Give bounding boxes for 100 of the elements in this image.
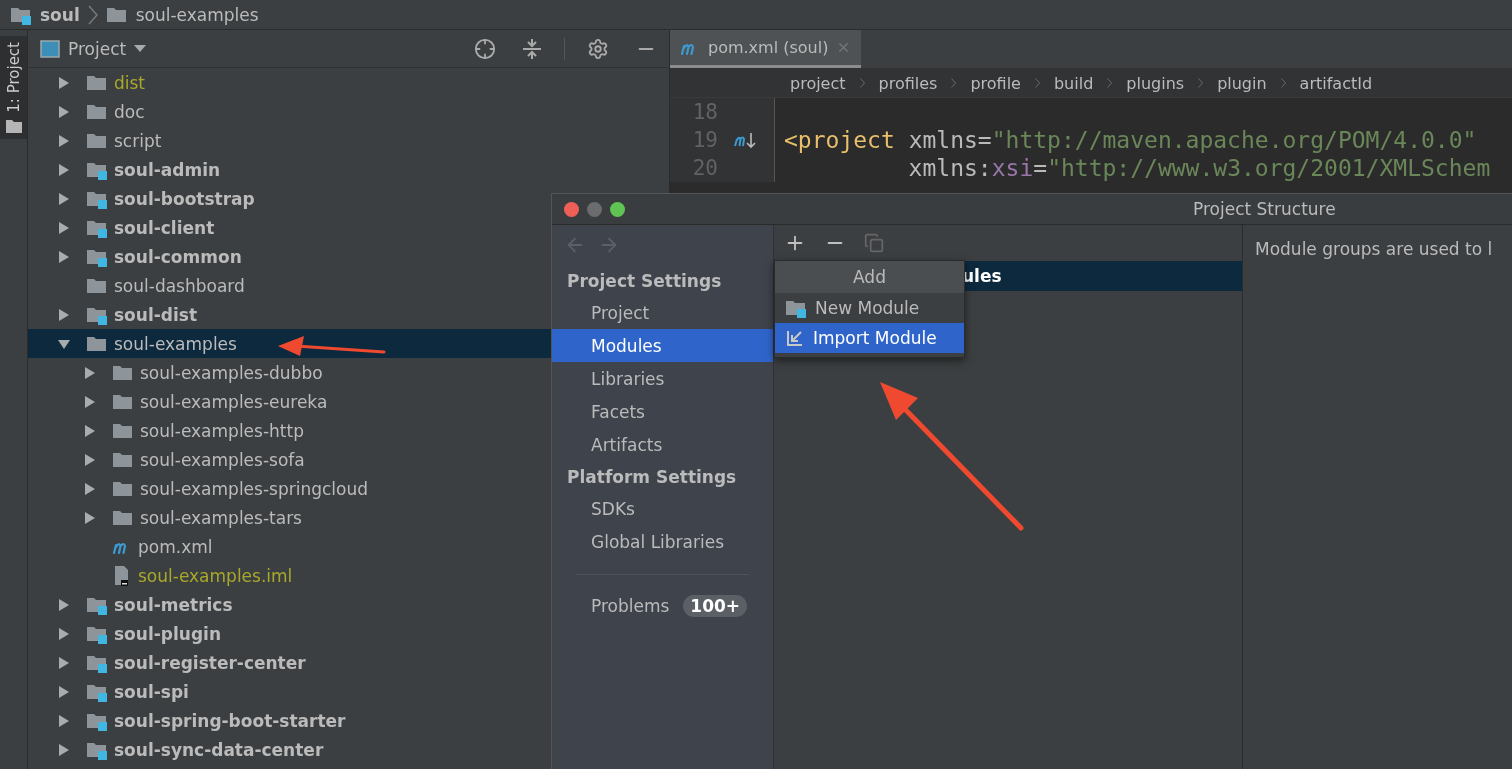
collapsed-arrow-icon[interactable]	[58, 192, 70, 205]
tree-item-label: soul-bootstrap	[114, 188, 255, 209]
tool-tab-label: 1: Project	[4, 42, 23, 113]
menu-item[interactable]: New Module	[775, 293, 964, 323]
section-heading: Project Settings	[566, 269, 723, 293]
collapsed-arrow-icon[interactable]	[58, 163, 70, 176]
tree-item-label: soul-sync-data-center	[114, 739, 324, 760]
chevron-icon	[1280, 78, 1286, 88]
collapsed-arrow-icon[interactable]	[84, 453, 96, 466]
chevron-icon	[87, 4, 98, 25]
collapsed-arrow-icon[interactable]	[58, 627, 70, 640]
collapsed-arrow-icon[interactable]	[84, 424, 96, 437]
collapsed-arrow-icon[interactable]	[84, 366, 96, 379]
breadcrumb-item[interactable]: profile	[970, 73, 1021, 93]
settings-icon[interactable]	[587, 37, 609, 60]
collapsed-arrow-icon[interactable]	[58, 598, 70, 611]
tree-item[interactable]: soul-common	[28, 242, 669, 271]
sidebar-item[interactable]: Artifacts	[552, 428, 773, 461]
dropdown-caret-icon[interactable]	[134, 44, 147, 53]
breadcrumb-item[interactable]: soul-examples	[135, 4, 259, 25]
count-badge: 100+	[683, 595, 748, 617]
tree-item-label: soul-dist	[114, 304, 198, 325]
tree-item-label: soul-metrics	[114, 594, 233, 615]
collapsed-arrow-icon[interactable]	[58, 685, 70, 698]
chevron-icon	[1198, 78, 1204, 88]
tree-item-label: soul-common	[114, 246, 242, 267]
tree-item-label: soul-examples-eureka	[140, 391, 328, 412]
tree-item-label: script	[114, 130, 162, 151]
maven-marker-icon[interactable]	[734, 130, 758, 150]
tree-item-label: soul-client	[114, 217, 215, 238]
collapsed-arrow-icon[interactable]	[58, 308, 70, 321]
panel-title[interactable]: Project	[68, 38, 127, 59]
tree-item-label: soul-spring-boot-starter	[114, 710, 346, 731]
chevron-icon	[859, 78, 865, 88]
sidebar-item[interactable]: Global Libraries	[552, 525, 773, 558]
tree-item[interactable]: doc	[28, 97, 669, 126]
tree-item[interactable]: soul-spi	[28, 677, 669, 706]
chevron-icon	[1107, 78, 1113, 88]
breadcrumb-item[interactable]: profiles	[878, 73, 938, 93]
sidebar-item[interactable]: Facets	[552, 395, 773, 428]
collapsed-arrow-icon[interactable]	[58, 221, 70, 234]
tree-item[interactable]: script	[28, 126, 669, 155]
tree-item[interactable]: soul-admin	[28, 155, 669, 184]
folder-icon	[5, 118, 22, 133]
expanded-arrow-icon[interactable]	[58, 337, 70, 350]
tree-item-label: soul-examples.iml	[138, 565, 293, 586]
code-line: <project xmlns="http://maven.apache.org/POM/4.0.0"	[783, 127, 1477, 153]
sidebar-item[interactable]: Problems	[591, 596, 670, 616]
collapsed-arrow-icon[interactable]	[58, 656, 70, 669]
tree-item-label: soul-admin	[114, 159, 221, 180]
locate-icon[interactable]	[474, 37, 496, 60]
breadcrumb-item[interactable]: build	[1053, 73, 1094, 93]
sidebar-item[interactable]: SDKs	[552, 492, 773, 525]
tree-item-label: soul-spi	[114, 681, 189, 702]
tree-item-label: soul-dashboard	[114, 275, 245, 296]
tree-item-label: pom.xml	[138, 536, 213, 557]
module-folder-icon	[785, 298, 807, 318]
collapsed-arrow-icon[interactable]	[58, 743, 70, 756]
tree-item-label: soul-examples-http	[140, 420, 304, 441]
tree-item[interactable]: soul-plugin	[28, 619, 669, 648]
collapsed-arrow-icon[interactable]	[58, 250, 70, 263]
collapsed-arrow-icon[interactable]	[58, 105, 70, 118]
menu-item[interactable]: Import Module	[775, 323, 964, 353]
tree-item[interactable]: dist	[28, 68, 669, 97]
tree-item[interactable]: soul-bootstrap	[28, 184, 669, 213]
tree-item-label: dist	[114, 72, 146, 93]
sidebar-item[interactable]: Modules	[552, 329, 773, 362]
breadcrumb-item[interactable]: artifactId	[1299, 73, 1373, 93]
collapsed-arrow-icon[interactable]	[58, 134, 70, 147]
chevron-icon	[1034, 78, 1040, 88]
sidebar-item[interactable]: Project	[552, 296, 773, 329]
tree-item[interactable]: soul-register-center	[28, 648, 669, 677]
section-heading: Platform Settings	[566, 465, 738, 489]
code-line: xmlns:xsi="http://www.w3.org/2001/XMLSchem	[907, 155, 1491, 181]
tree-item[interactable]: soul-examples.iml	[28, 561, 669, 590]
breadcrumb-item[interactable]: project	[790, 73, 846, 93]
collapse-all-icon[interactable]	[522, 37, 542, 60]
breadcrumb-item[interactable]: soul	[40, 4, 80, 25]
sidebar-item[interactable]: Libraries	[552, 362, 773, 395]
editor-tab[interactable]: pom.xml (soul)	[670, 30, 862, 68]
window-icon	[40, 39, 60, 58]
tree-item-label: soul-examples-springcloud	[140, 478, 368, 499]
tree-item[interactable]: soul-sync-data-center	[28, 735, 669, 764]
breadcrumb-item[interactable]: plugins	[1126, 73, 1185, 93]
collapsed-arrow-icon[interactable]	[84, 511, 96, 524]
tree-item[interactable]: soul-spring-boot-starter	[28, 706, 669, 735]
collapsed-arrow-icon[interactable]	[58, 714, 70, 727]
breadcrumb-item[interactable]: plugin	[1217, 73, 1267, 93]
tree-item-label: soul-register-center	[114, 652, 306, 673]
tree-item-label: soul-examples-tars	[140, 507, 302, 528]
collapsed-arrow-icon[interactable]	[58, 76, 70, 89]
chevron-icon	[951, 78, 957, 88]
tree-item-label: doc	[114, 101, 145, 122]
tree-item[interactable]: soul-client	[28, 213, 669, 242]
close-window-icon[interactable]	[564, 201, 579, 217]
collapsed-arrow-icon[interactable]	[84, 395, 96, 408]
tree-item-label: soul-examples-dubbo	[140, 362, 323, 383]
collapsed-arrow-icon[interactable]	[84, 482, 96, 495]
project-tool-tab[interactable]: 1: Project	[0, 36, 27, 139]
maximize-window-icon[interactable]	[610, 201, 625, 217]
